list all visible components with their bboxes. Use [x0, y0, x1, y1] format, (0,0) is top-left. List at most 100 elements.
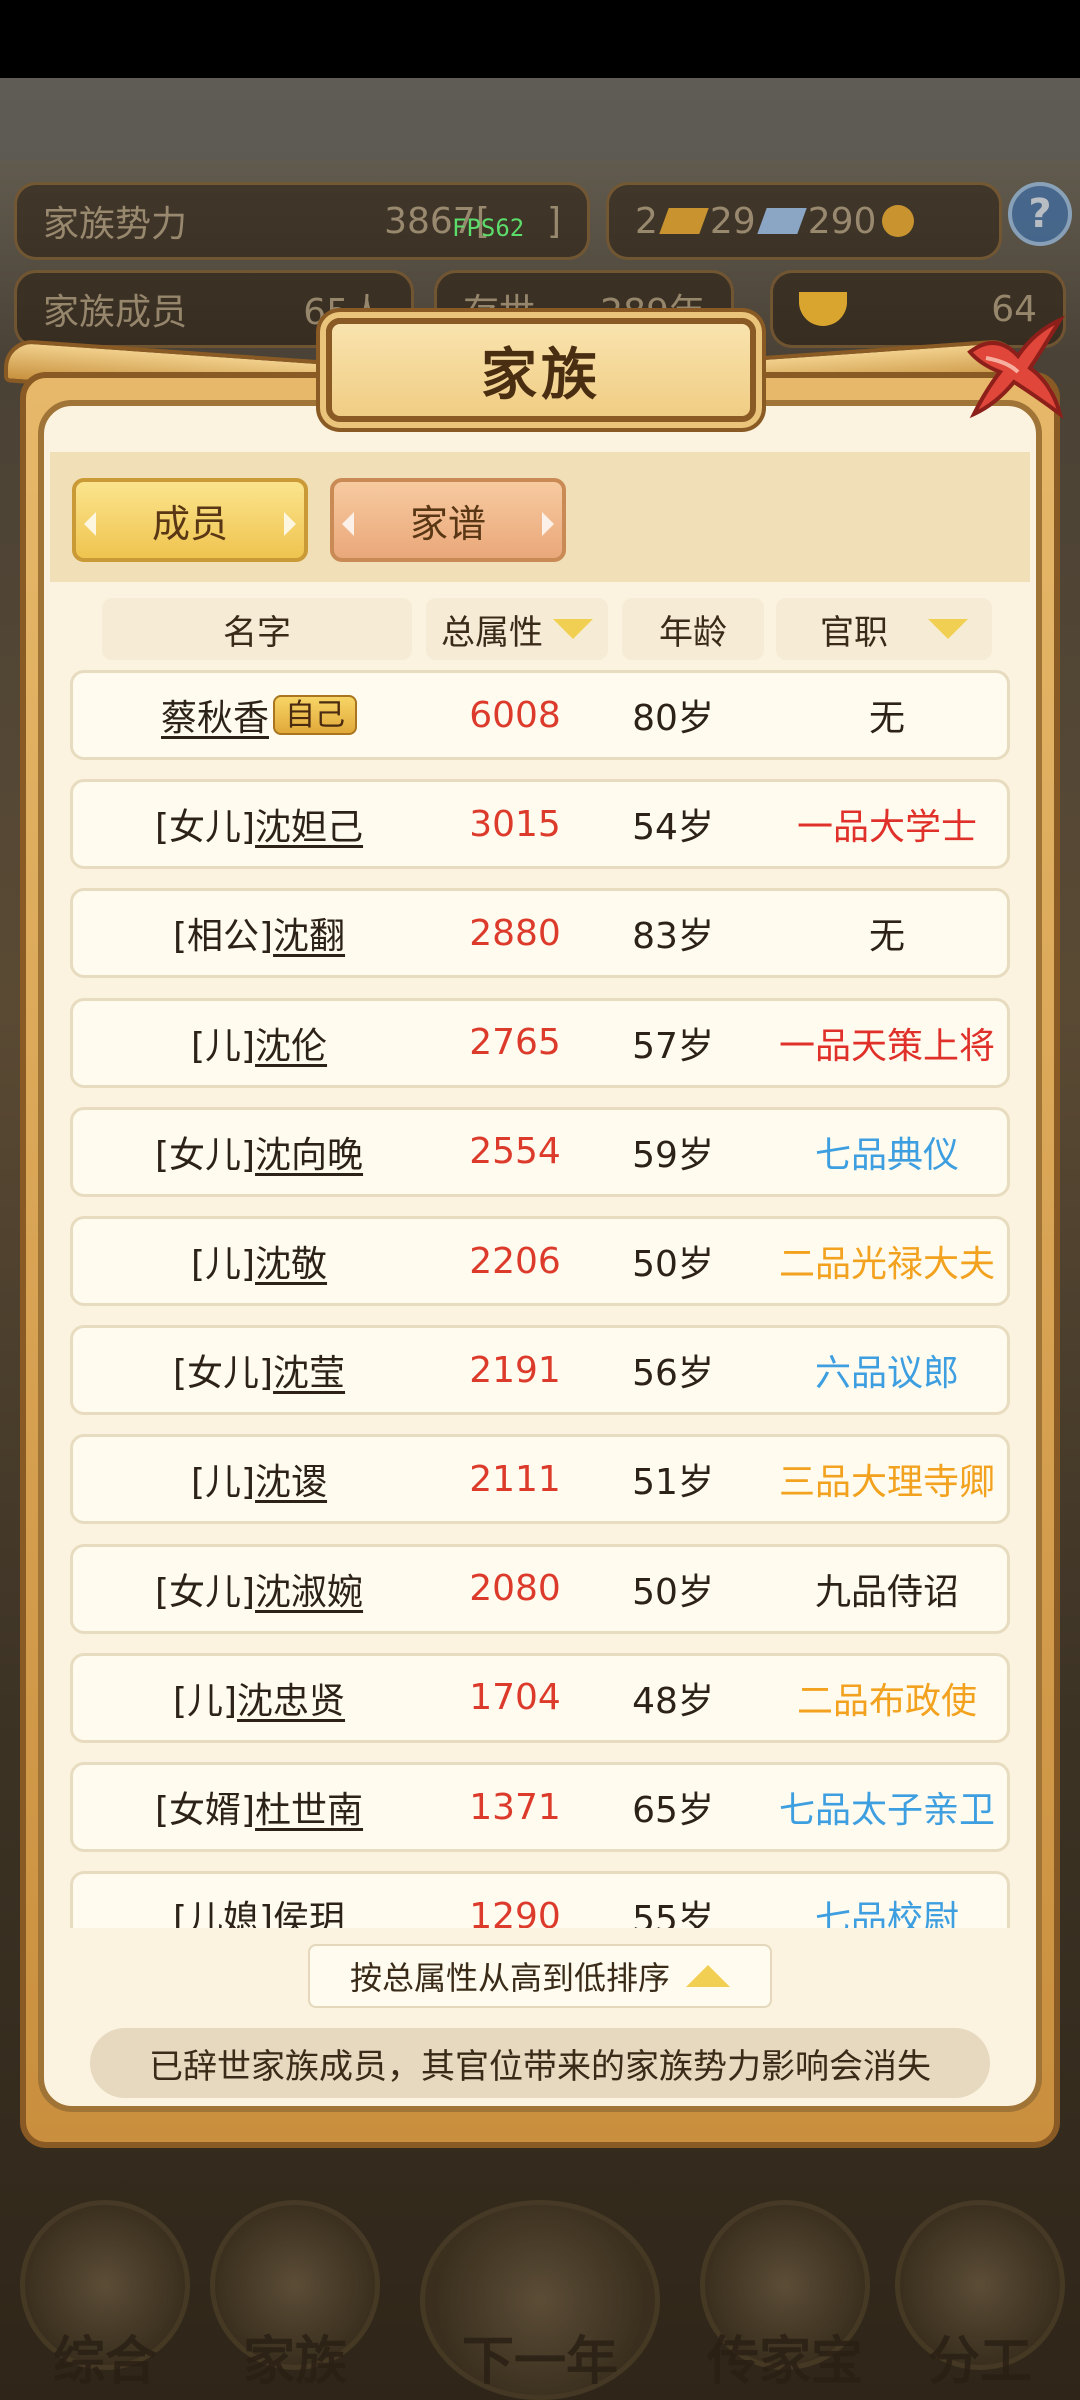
- tab-members[interactable]: 成员: [72, 478, 308, 562]
- total-attribute-cell: 2880: [469, 912, 561, 954]
- member-name-link[interactable]: 沈向晚: [255, 1126, 363, 1178]
- close-icon[interactable]: [956, 312, 1066, 422]
- nav-heirloom[interactable]: 传家宝: [690, 2200, 880, 2400]
- relation-prefix: [儿]: [190, 1025, 256, 1067]
- nav-overview[interactable]: 综合: [10, 2200, 200, 2400]
- member-name-link[interactable]: 沈淑婉: [255, 1563, 363, 1615]
- relation-prefix: [儿]: [172, 1680, 238, 1722]
- age-cell: 57岁: [632, 1025, 714, 1067]
- help-button[interactable]: ?: [1008, 182, 1072, 246]
- age-cell: 54岁: [632, 807, 714, 849]
- official-title-cell: 七品典仪: [814, 1134, 959, 1176]
- total-attribute-cell: 3015: [469, 803, 561, 845]
- official-title-cell: 无: [868, 916, 905, 958]
- table-row[interactable]: [女婿] 杜世南 1371 65岁 七品太子亲卫: [70, 1762, 1010, 1852]
- relation-prefix: [女儿]: [154, 1134, 256, 1176]
- total-attribute-cell: 6008: [469, 694, 561, 736]
- table-row[interactable]: [相公] 沈翻 2880 83岁 无: [70, 888, 1010, 979]
- member-name-link[interactable]: 蔡秋香: [161, 689, 269, 741]
- member-name-link[interactable]: 沈谡: [255, 1453, 327, 1505]
- age-cell: 80岁: [632, 698, 714, 739]
- member-name-cell: [儿] 沈忠贤: [73, 1656, 445, 1740]
- member-name-link[interactable]: 沈忠贤: [237, 1672, 345, 1724]
- total-attribute-cell: 2554: [469, 1131, 561, 1173]
- gold-bar-icon: [659, 208, 709, 234]
- member-name-link[interactable]: 沈敬: [255, 1235, 327, 1287]
- modal-title: 家族: [481, 342, 601, 408]
- member-name-link[interactable]: 沈翻: [273, 907, 345, 959]
- top-band: [0, 78, 1080, 160]
- tab-arrow-right-icon: [542, 512, 554, 536]
- table-row[interactable]: 蔡秋香 自己 6008 80岁 无: [70, 670, 1010, 760]
- relation-prefix: [儿]: [190, 1462, 256, 1504]
- age-cell: 55岁: [632, 1899, 714, 1928]
- age-cell: 59岁: [632, 1134, 714, 1176]
- relation-prefix: [女儿]: [172, 1353, 274, 1395]
- official-title-cell: 六品议郎: [814, 1353, 959, 1395]
- gold-ingot-icon: [799, 292, 847, 326]
- age-cell: 65岁: [632, 1790, 714, 1831]
- member-name-cell: [相公] 沈翻: [73, 891, 445, 975]
- sort-down-icon: [553, 619, 593, 639]
- relation-prefix: [女儿]: [154, 807, 256, 849]
- total-attribute-cell: 2191: [469, 1349, 561, 1391]
- status-bar: [0, 0, 1080, 78]
- member-name-cell: [女儿] 沈向晚: [73, 1110, 445, 1194]
- official-title-cell: 二品布政使: [796, 1680, 977, 1722]
- official-title-cell: 九品侍诏: [814, 1571, 959, 1613]
- table-row[interactable]: [儿] 沈谡 2111 51岁 三品大理寺卿: [70, 1434, 1010, 1525]
- official-title-cell: 一品大学士: [796, 807, 977, 849]
- member-name-cell: [女儿] 沈淑婉: [73, 1547, 445, 1631]
- tab-family-tree[interactable]: 家谱: [330, 478, 566, 562]
- age-cell: 48岁: [632, 1680, 714, 1722]
- coin-icon: [882, 205, 915, 237]
- total-attribute-cell: 1371: [469, 1786, 561, 1828]
- notice-text: 已辞世家族成员，其官位带来的家族势力影响会消失: [90, 2028, 990, 2098]
- sort-order-button[interactable]: 按总属性从高到低排序: [308, 1944, 772, 2008]
- tab-arrow-left-icon: [342, 512, 354, 536]
- age-cell: 50岁: [632, 1244, 714, 1285]
- nav-family[interactable]: 家族: [200, 2200, 390, 2400]
- member-name-link[interactable]: 侯玥: [273, 1890, 345, 1928]
- total-attribute-cell: 2765: [469, 1022, 561, 1064]
- tab-arrow-right-icon: [284, 512, 296, 536]
- nav-division[interactable]: 分工: [885, 2200, 1075, 2400]
- sort-up-icon: [686, 1965, 730, 1987]
- relation-prefix: [女婿]: [154, 1790, 256, 1831]
- relation-prefix: [相公]: [172, 916, 274, 958]
- member-list[interactable]: 蔡秋香 自己 6008 80岁无 [女儿] 沈妲己 3015 54岁 一品大学士 [相公] 沈翻 28…: [50, 670, 1030, 1928]
- table-row[interactable]: [儿] 沈伦 2765 57岁 一品天策上将: [70, 997, 1010, 1088]
- official-title-cell: 七品校尉: [814, 1899, 959, 1928]
- total-attribute-cell: 1704: [469, 1677, 561, 1719]
- table-row[interactable]: [女儿] 沈莹 2191 56岁 六品议郎: [70, 1325, 1010, 1416]
- modal-title-plate: 家族: [326, 318, 756, 422]
- member-name-cell: [儿] 沈谡: [73, 1437, 445, 1521]
- official-title-cell: 七品太子亲卫: [778, 1790, 995, 1831]
- member-name-link[interactable]: 沈莹: [273, 1344, 345, 1396]
- table-row[interactable]: [女儿] 沈淑婉 2080 50岁 九品侍诏: [70, 1543, 1010, 1634]
- member-name-cell: [女儿] 沈莹: [73, 1328, 445, 1412]
- member-name-link[interactable]: 沈妲己: [255, 798, 363, 850]
- member-name-cell: [儿] 沈敬: [73, 1219, 445, 1303]
- resource-panel: 2 29 290: [606, 182, 1002, 260]
- table-row[interactable]: [儿] 沈忠贤 1704 48岁 二品布政使: [70, 1652, 1010, 1743]
- total-attribute-cell: 2206: [469, 1240, 561, 1282]
- total-attribute-cell: 2080: [469, 1568, 561, 1610]
- column-total[interactable]: 总属性: [426, 598, 608, 660]
- table-row[interactable]: [女儿] 沈向晚 2554 59岁 七品典仪: [70, 1106, 1010, 1197]
- column-title[interactable]: 官职: [776, 598, 992, 660]
- member-name-link[interactable]: 沈伦: [255, 1017, 327, 1069]
- table-row[interactable]: [女儿] 沈妲己 3015 54岁 一品大学士: [70, 779, 1010, 870]
- table-row[interactable]: [儿] 沈敬 2206 50岁 二品光禄大夫: [70, 1216, 1010, 1306]
- resource-2: 29: [709, 200, 756, 242]
- column-name: 名字: [102, 598, 412, 660]
- total-attribute-cell: 2111: [469, 1458, 561, 1500]
- age-cell: 50岁: [632, 1571, 714, 1613]
- filter-down-icon: [928, 619, 968, 639]
- self-badge: 自己: [273, 695, 357, 735]
- family-power-label: 家族势力: [43, 204, 188, 245]
- nav-next-year[interactable]: 下一年: [405, 2200, 675, 2400]
- table-row[interactable]: [儿媳] 侯玥 1290 55岁 七品校尉: [70, 1871, 1010, 1928]
- member-name-link[interactable]: 杜世南: [255, 1781, 363, 1833]
- official-title-cell: 无: [868, 698, 905, 739]
